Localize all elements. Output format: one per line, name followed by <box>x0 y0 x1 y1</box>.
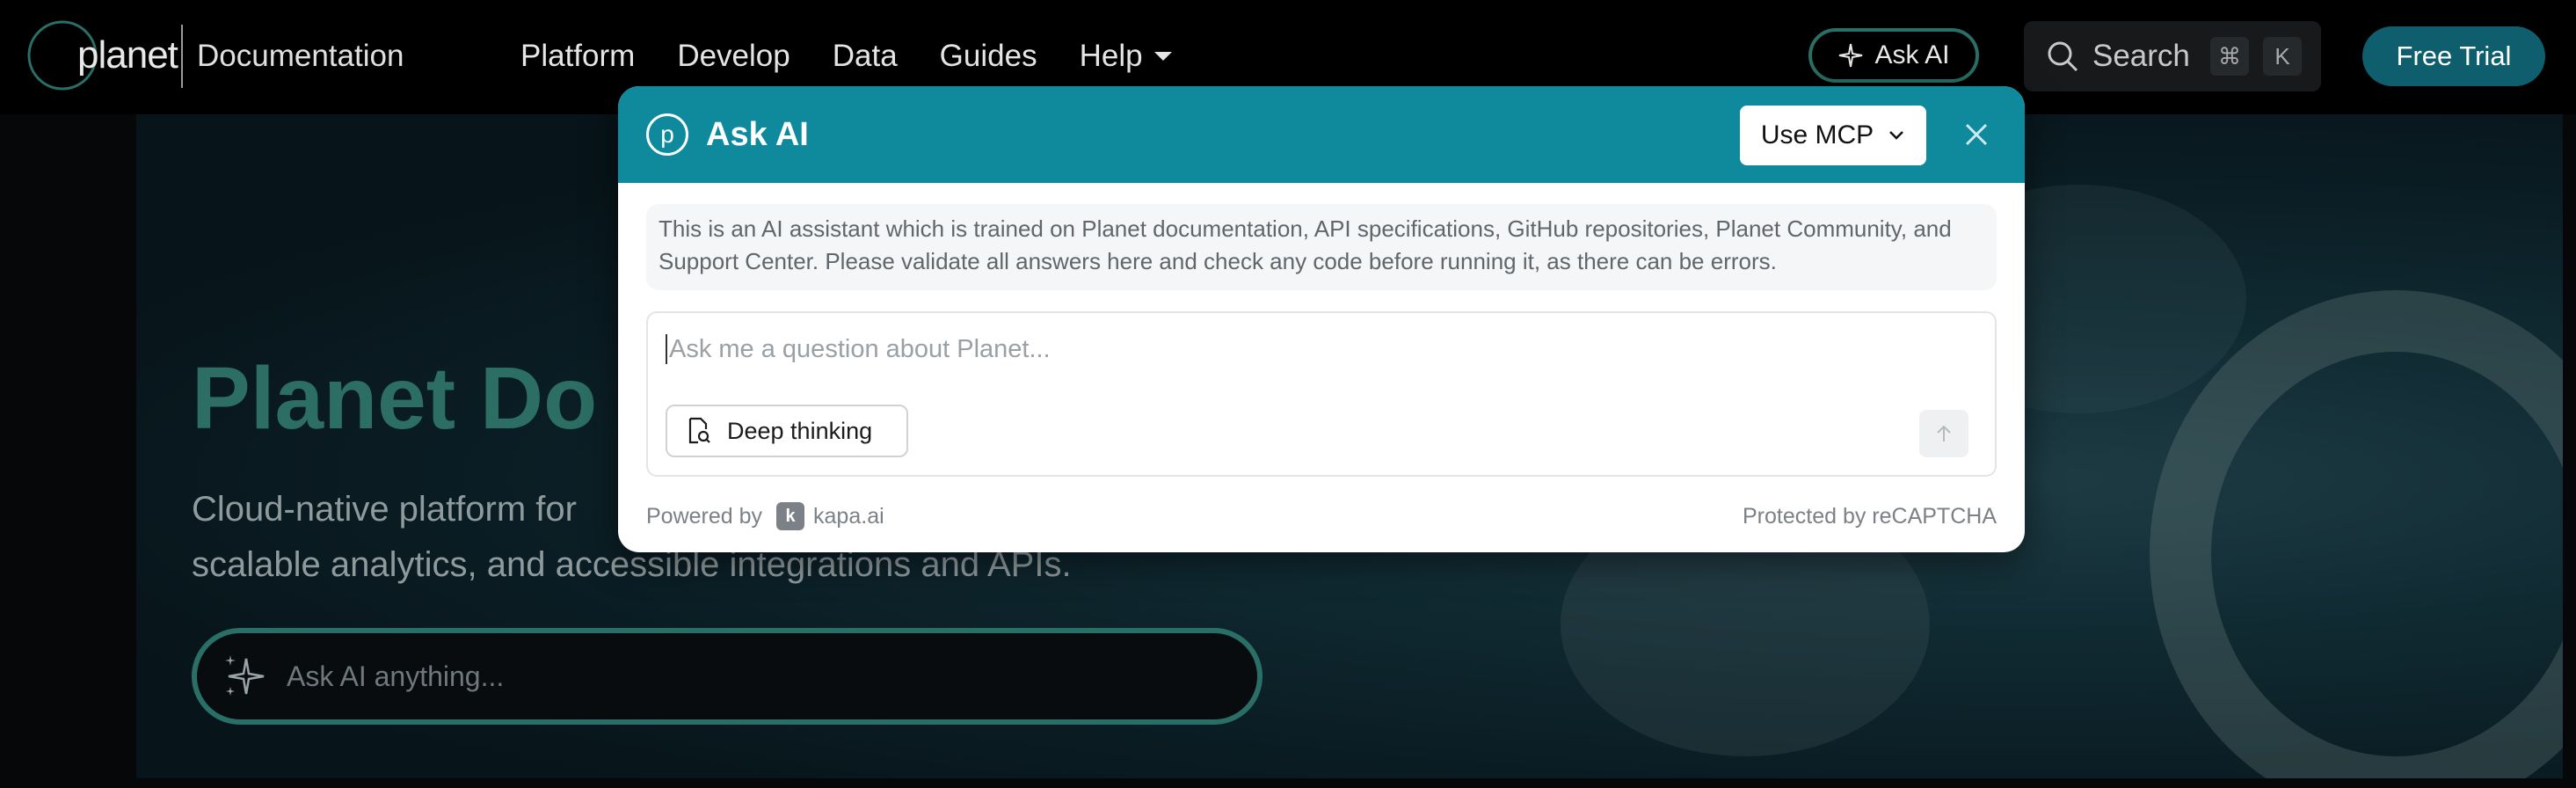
chevron-down-icon <box>1889 131 1904 140</box>
menu-item-label: Guides <box>939 39 1037 73</box>
menu-item-label: Help <box>1079 39 1143 73</box>
hero-ask-placeholder: Ask AI anything... <box>287 660 505 692</box>
menu-item-guides[interactable]: Guides <box>940 30 1037 83</box>
kapa-link[interactable]: kapa.ai <box>813 504 884 529</box>
deep-thinking-label: Deep thinking <box>727 417 873 444</box>
ai-disclaimer: This is an AI assistant which is trained… <box>646 204 1997 290</box>
planet-p-icon: p <box>646 113 688 156</box>
menu-item-platform[interactable]: Platform <box>520 30 635 83</box>
sparkle-icon <box>225 655 265 696</box>
ask-ai-label: Ask AI <box>1874 40 1950 69</box>
search-icon <box>2048 41 2078 72</box>
close-icon <box>1965 123 1988 146</box>
menu-item-help[interactable]: Help <box>1080 30 1175 83</box>
deep-thinking-button[interactable]: Deep thinking <box>666 405 908 457</box>
hero-title: Planet Do <box>192 349 598 448</box>
main-menu: Platform Develop Data Guides Help <box>520 30 1217 83</box>
use-mcp-label: Use MCP <box>1760 120 1874 150</box>
document-search-icon <box>688 417 710 444</box>
question-input-placeholder: Ask me a question about Planet... <box>666 334 1051 364</box>
arrow-up-icon <box>1937 425 1951 441</box>
planet-logo[interactable]: planet <box>26 19 178 91</box>
ask-ai-modal: p Ask AI Use MCP This is an AI assistant… <box>618 86 2025 552</box>
ask-ai-button[interactable]: Ask AI <box>1808 28 1979 83</box>
menu-item-label: Platform <box>520 39 636 73</box>
chevron-down-icon <box>1153 52 1172 61</box>
menu-item-label: Data <box>832 39 898 73</box>
kapa-logo-icon: k <box>776 502 805 530</box>
menu-item-data[interactable]: Data <box>833 30 898 83</box>
menu-item-develop[interactable]: Develop <box>677 30 790 83</box>
recaptcha-notice[interactable]: Protected by reCAPTCHA <box>1743 500 1997 533</box>
modal-title: Ask AI <box>706 116 809 153</box>
powered-by-label: Powered by <box>646 503 763 529</box>
close-modal-button[interactable] <box>1953 111 2000 158</box>
sparkle-icon <box>1839 43 1863 68</box>
hero-ask-ai-input[interactable]: Ask AI anything... <box>192 628 1263 725</box>
site-title[interactable]: Documentation <box>197 30 404 83</box>
modal-header: p Ask AI Use MCP <box>618 86 2025 183</box>
question-input[interactable]: Ask me a question about Planet... Deep t… <box>646 311 1997 477</box>
powered-by: Powered by k kapa.ai <box>646 500 884 533</box>
logo-text: planet <box>77 33 178 77</box>
logo-divider <box>181 25 183 88</box>
search-button[interactable]: Search ⌘ K <box>2024 21 2321 91</box>
k-key-badge: K <box>2263 37 2302 76</box>
use-mcp-dropdown[interactable]: Use MCP <box>1740 106 1926 165</box>
search-label: Search <box>2092 39 2190 73</box>
free-trial-button[interactable]: Free Trial <box>2362 26 2545 86</box>
command-key-badge: ⌘ <box>2210 37 2249 76</box>
send-button[interactable] <box>1919 410 1968 457</box>
menu-item-label: Develop <box>677 39 790 73</box>
